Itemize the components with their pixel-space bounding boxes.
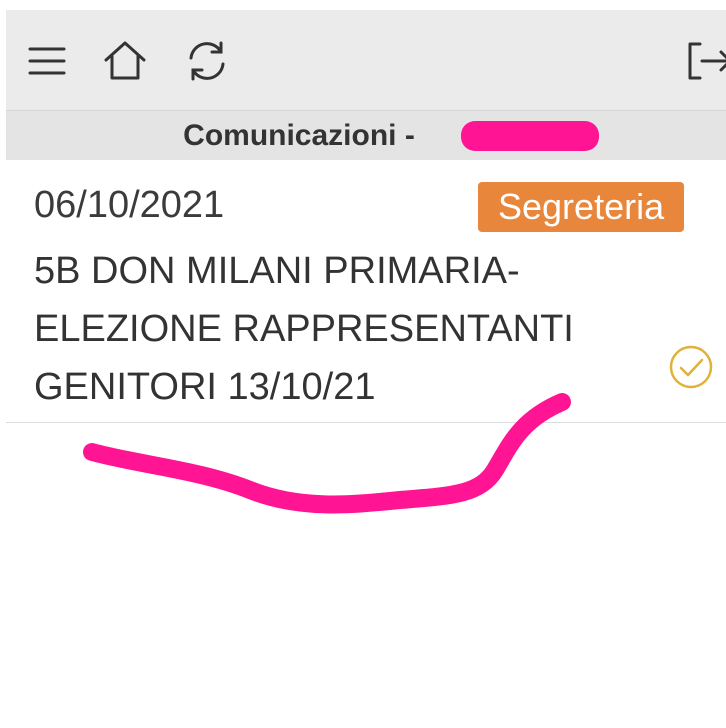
message-list-item[interactable]: 06/10/2021 Segreteria 5B DON MILANI PRIM… <box>6 160 726 423</box>
page-subheader: Comunicazioni - <box>6 110 726 161</box>
home-icon[interactable] <box>102 38 148 84</box>
page-title: Comunicazioni - <box>183 119 415 152</box>
screen-top-margin <box>0 0 726 10</box>
redaction-mark <box>461 121 599 151</box>
logout-icon[interactable] <box>684 38 726 84</box>
message-date: 06/10/2021 <box>34 184 225 226</box>
refresh-icon[interactable] <box>184 38 230 84</box>
menu-icon[interactable] <box>24 38 70 84</box>
category-badge: Segreteria <box>478 182 685 232</box>
message-subject: 5B DON MILANI PRIMARIA-ELEZIONE RAPPRESE… <box>34 250 574 408</box>
check-circle-icon <box>668 344 714 390</box>
app-toolbar <box>6 10 726 110</box>
